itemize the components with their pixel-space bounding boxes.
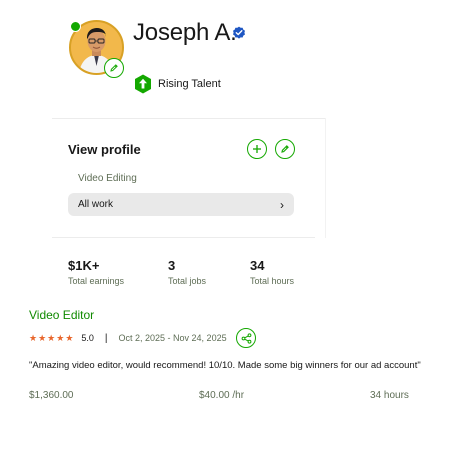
- stat-value: 34: [250, 258, 265, 273]
- stat-total-jobs: 3 Total jobs: [168, 258, 206, 286]
- online-status-dot-icon: [70, 21, 81, 32]
- all-work-button[interactable]: All work ›: [68, 193, 294, 216]
- chevron-right-icon: ›: [280, 197, 284, 212]
- plus-icon: [253, 145, 261, 153]
- rising-talent-badge: Rising Talent: [134, 74, 221, 94]
- stat-label: Total hours: [250, 276, 295, 286]
- star-icon: ★: [65, 332, 74, 343]
- verified-check-icon: [233, 26, 245, 39]
- meta-separator: |: [104, 332, 108, 344]
- job-meta-row: ★ ★ ★ ★ ★ 5.0 | Oct 2, 2025 - Nov 24, 20…: [29, 330, 227, 346]
- stat-label: Total earnings: [68, 276, 125, 286]
- add-specialization-button[interactable]: [247, 139, 267, 159]
- job-earnings: $1,360.00: [29, 390, 74, 401]
- badge-label: Rising Talent: [158, 78, 221, 90]
- specialization-video-editing[interactable]: Video Editing: [78, 173, 137, 184]
- star-icon: ★: [38, 332, 47, 343]
- card-top-divider: [52, 118, 326, 119]
- star-rating: ★ ★ ★ ★ ★: [29, 332, 74, 343]
- star-icon: ★: [47, 332, 56, 343]
- share-icon: [241, 332, 251, 344]
- rising-talent-arrow-icon: [135, 74, 151, 94]
- card-right-divider: [325, 118, 326, 238]
- stat-total-earnings: $1K+ Total earnings: [68, 258, 124, 286]
- job-hourly-rate: $40.00 /hr: [199, 390, 245, 401]
- card-bottom-divider: [52, 237, 315, 238]
- all-work-label: All work: [78, 199, 114, 210]
- profile-name: Joseph A.: [133, 19, 237, 46]
- profile-avatar-area: [69, 20, 124, 78]
- star-icon: ★: [56, 332, 65, 343]
- rating-value: 5.0: [81, 333, 94, 343]
- pencil-icon: [110, 64, 118, 72]
- view-profile-heading: View profile: [68, 142, 141, 157]
- star-icon: ★: [29, 332, 38, 343]
- stat-label: Total jobs: [168, 276, 207, 286]
- share-job-button[interactable]: [236, 328, 256, 348]
- job-dates: Oct 2, 2025 - Nov 24, 2025: [118, 333, 227, 343]
- stat-value: 3: [168, 258, 176, 273]
- job-title-link[interactable]: Video Editor: [29, 308, 94, 322]
- job-hours: 34 hours: [370, 390, 409, 401]
- edit-profile-button[interactable]: [275, 139, 295, 159]
- stat-total-hours: 34 Total hours: [250, 258, 294, 286]
- client-review: "Amazing video editor, would recommend! …: [29, 360, 421, 371]
- edit-avatar-button[interactable]: [104, 58, 124, 78]
- pencil-icon: [281, 145, 289, 153]
- stat-value: $1K+: [68, 258, 100, 273]
